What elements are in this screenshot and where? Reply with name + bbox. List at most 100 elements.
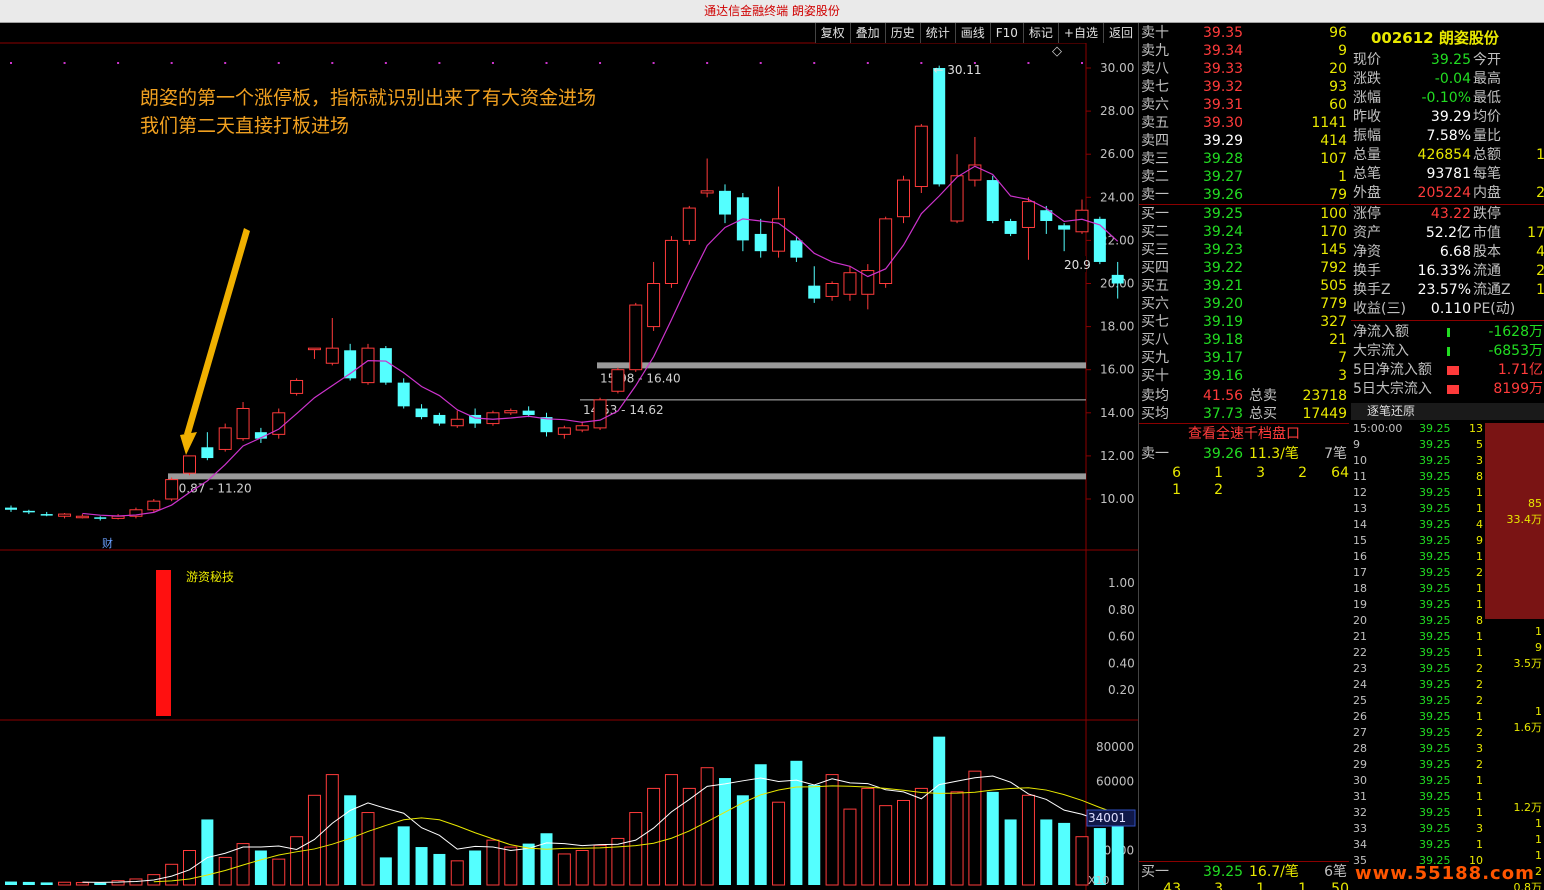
candle <box>522 406 535 418</box>
sell-row[interactable]: 卖五 39.30 1141 <box>1141 114 1349 132</box>
candle <box>950 154 964 224</box>
candle <box>557 425 571 439</box>
financial-report-marker: 财 <box>102 536 113 550</box>
buy-row[interactable]: 买六 39.20 779 <box>1141 295 1349 313</box>
candle-body <box>950 175 964 222</box>
flow-row: 5日净流入额 1.71亿 <box>1353 361 1544 380</box>
toolbar-7[interactable]: +自选 <box>1057 23 1103 43</box>
sell-row[interactable]: 卖三 39.28 107 <box>1141 150 1349 168</box>
tick-row: 15 39.25 9 <box>1351 533 1483 549</box>
annotation-line-2: 我们第二天直接打板进场 <box>140 115 350 137</box>
buy-row[interactable]: 买七 39.19 327 <box>1141 313 1349 331</box>
candle-body <box>379 348 392 383</box>
candle-body <box>433 414 446 424</box>
volume-bar <box>575 850 589 886</box>
flow-key: 大宗流入 <box>1353 343 1409 359</box>
top-marker <box>1081 62 1083 64</box>
sell-row[interactable]: 卖八 39.33 20 <box>1141 60 1349 78</box>
candle-body <box>575 425 589 431</box>
toolbar-3[interactable]: 统计 <box>919 23 955 43</box>
toolbar-0[interactable]: 复权 <box>814 23 850 43</box>
toolbar-5[interactable]: F10 <box>989 23 1023 43</box>
volume-bar <box>504 846 518 886</box>
quote-key-2: 流通 <box>1473 263 1501 279</box>
toolbar-6[interactable]: 标记 <box>1022 23 1058 43</box>
toolbar-1[interactable]: 叠加 <box>849 23 885 43</box>
toolbar-8[interactable]: 返回 <box>1102 23 1138 43</box>
candle <box>58 513 72 519</box>
quote-value: 52.2亿 <box>1425 225 1471 241</box>
volume-bar <box>1021 794 1035 886</box>
queue-sell1-row: 卖一 39.26 11.3/笔 7笔 <box>1141 445 1349 463</box>
tick-price: 39.25 <box>1419 646 1451 659</box>
tick-price: 39.25 <box>1419 534 1451 547</box>
quote-value: -0.10% <box>1421 90 1471 106</box>
sell-row[interactable]: 卖二 39.27 1 <box>1141 168 1349 186</box>
toolbar-2[interactable]: 历史 <box>884 23 920 43</box>
candle <box>290 378 304 396</box>
candle-body <box>58 513 72 517</box>
sell-row[interactable]: 卖十 39.35 96 <box>1141 24 1349 42</box>
candle <box>879 216 893 288</box>
quote-value-2: 2 <box>1536 185 1544 201</box>
candle-body <box>664 239 678 284</box>
tick-row: 16 39.25 1 <box>1351 549 1483 565</box>
tick-price: 39.25 <box>1419 838 1451 851</box>
buy-label: 买三 <box>1141 242 1169 258</box>
candle <box>218 423 232 452</box>
toolbar-4[interactable]: 画线 <box>954 23 990 43</box>
quote-row: 振幅 7.58% 量比 <box>1353 127 1544 146</box>
candle-body <box>486 412 500 425</box>
queue-cell: 43 <box>1163 881 1181 890</box>
candle <box>647 261 661 331</box>
candle-body <box>165 479 179 500</box>
buy-row[interactable]: 买十 39.16 3 <box>1141 367 1349 385</box>
buy-row[interactable]: 买一 39.25 100 <box>1141 205 1349 223</box>
tick-row: 19 39.25 1 <box>1351 597 1483 613</box>
view-full-depth-button[interactable]: 查看全速千档盘口 <box>1139 424 1349 444</box>
tick-row: 28 39.25 3 <box>1351 741 1483 757</box>
buy-row[interactable]: 买三 39.23 145 <box>1141 241 1349 259</box>
tick-price: 39.25 <box>1419 774 1451 787</box>
sell-row[interactable]: 卖四 39.29 414 <box>1141 132 1349 150</box>
volume-bar <box>879 805 893 886</box>
tick-qty: 1 <box>1476 598 1483 611</box>
candle <box>700 158 714 198</box>
buy-row[interactable]: 买八 39.18 21 <box>1141 331 1349 349</box>
buy-volume: 100 <box>1320 206 1347 222</box>
buy-row[interactable]: 买五 39.21 505 <box>1141 277 1349 295</box>
tick-time: 12 <box>1353 486 1367 499</box>
candle-body <box>897 179 910 218</box>
candle <box>379 345 392 385</box>
candle-body <box>825 283 839 297</box>
sell-row[interactable]: 卖一 39.26 79 <box>1141 186 1349 204</box>
tick-header[interactable]: 逐笔还原 <box>1351 403 1544 420</box>
tick-time: 27 <box>1353 726 1367 739</box>
chart-area[interactable]: 30.0028.0026.0024.0022.0020.0018.0016.00… <box>0 23 1138 890</box>
buy-row[interactable]: 买二 39.24 170 <box>1141 223 1349 241</box>
kline-chart[interactable]: 30.0028.0026.0024.0022.0020.0018.0016.00… <box>0 23 1138 890</box>
candle-body <box>397 382 410 407</box>
candle-body <box>986 180 999 222</box>
tick-qty: 9 <box>1476 534 1483 547</box>
sell-row[interactable]: 卖七 39.32 93 <box>1141 78 1349 96</box>
quote-value: 6.68 <box>1439 244 1471 260</box>
buy-row[interactable]: 买九 39.17 7 <box>1141 349 1349 367</box>
buy-price: 39.24 <box>1203 224 1244 240</box>
tick-time: 17 <box>1353 566 1367 579</box>
queue-sell1-label: 卖一 <box>1141 446 1169 462</box>
top-marker <box>331 62 334 64</box>
volume-bar <box>986 791 999 885</box>
top-marker <box>491 62 494 64</box>
quote-row: 涨跌 -0.04 最高 <box>1353 70 1544 89</box>
tick-time: 25 <box>1353 694 1367 707</box>
tick-price: 39.25 <box>1419 422 1451 435</box>
tick-row: 27 39.25 2 <box>1351 725 1483 741</box>
buy-row[interactable]: 买四 39.22 792 <box>1141 259 1349 277</box>
sell-row[interactable]: 卖九 39.34 9 <box>1141 42 1349 60</box>
sell-row[interactable]: 卖六 39.31 60 <box>1141 96 1349 114</box>
tick-price: 39.25 <box>1419 662 1451 675</box>
quote-key-2: 总额 <box>1473 147 1501 163</box>
candle <box>629 302 643 372</box>
volume-bar <box>361 812 375 886</box>
